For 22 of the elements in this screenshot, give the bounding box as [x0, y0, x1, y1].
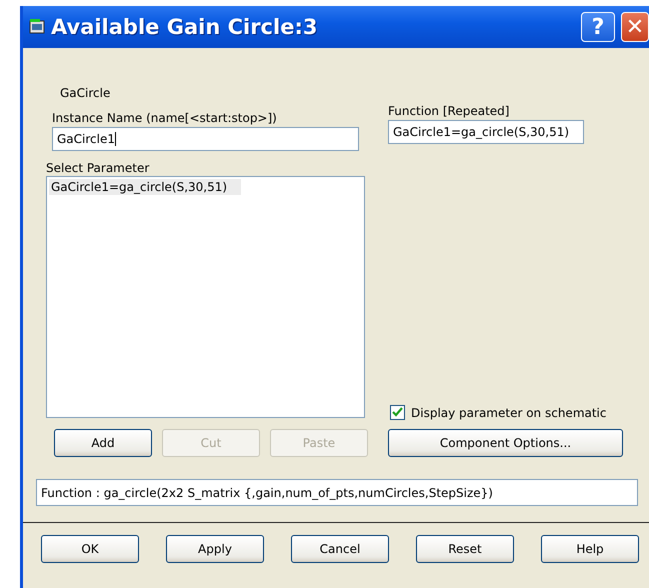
checkbox-label: Display parameter on schematic — [411, 406, 606, 420]
parameter-item[interactable]: GaCircle1=ga_circle(S,30,51) — [49, 179, 242, 195]
checkbox[interactable] — [390, 405, 405, 420]
select-parameter-label: Select Parameter — [46, 161, 150, 175]
function-repeated-field[interactable]: GaCircle1=ga_circle(S,30,51) — [388, 120, 584, 144]
window-title: Available Gain Circle:3 — [51, 15, 318, 39]
function-repeated-label: Function [Repeated] — [388, 104, 510, 118]
parameter-list[interactable]: GaCircle1=ga_circle(S,30,51) — [46, 176, 365, 418]
component-options-button[interactable]: Component Options... — [388, 429, 623, 457]
dialog-button[interactable]: Apply — [166, 535, 264, 563]
close-button[interactable]: ✕ — [621, 12, 649, 42]
help-button[interactable]: ? — [581, 12, 615, 42]
list-button[interactable]: Add — [54, 429, 152, 457]
component-label: GaCircle — [60, 86, 112, 100]
app-icon — [29, 19, 45, 35]
function-signature-field: Function : ga_circle(2x2 S_matrix {,gain,num_of_pts,numCircles,StepSize}) — [36, 479, 638, 506]
instance-name-field[interactable]: GaCircle1 — [52, 127, 359, 151]
dialog-button[interactable]: Reset — [416, 535, 514, 563]
dialog-button[interactable]: Cancel — [291, 535, 389, 563]
dialog-button[interactable]: Help — [541, 535, 639, 563]
instance-name-label: Instance Name (name[<start:stop>]) — [52, 111, 278, 125]
dialog-button[interactable]: OK — [41, 535, 139, 563]
